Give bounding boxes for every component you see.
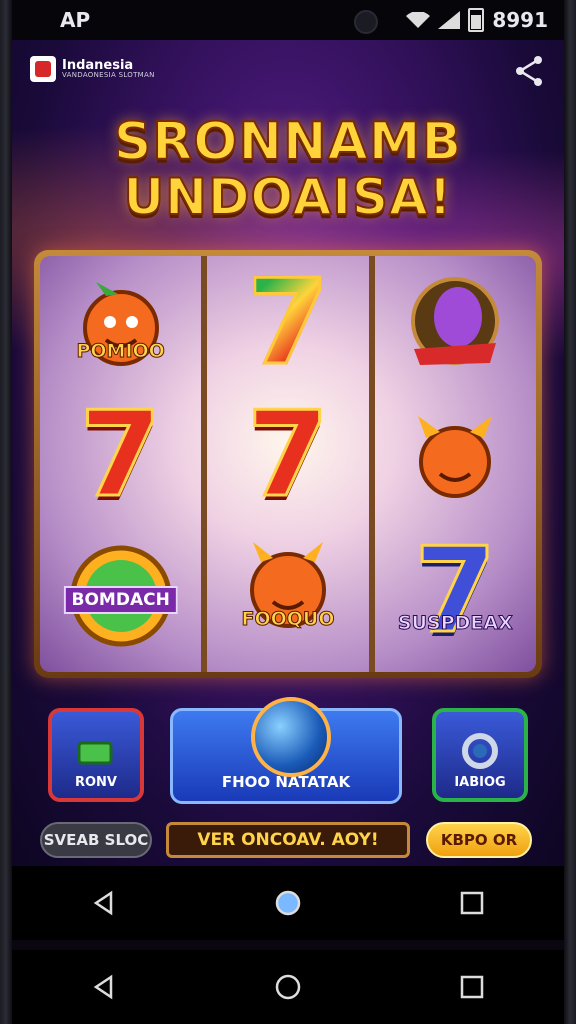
ring-icon bbox=[462, 733, 498, 769]
spin-button[interactable]: FHOO NATATAK bbox=[170, 697, 402, 804]
status-bar: AP 8991 bbox=[12, 0, 564, 40]
home-icon[interactable] bbox=[268, 883, 308, 923]
left-button-label: RONV bbox=[74, 775, 117, 790]
left-pill-button[interactable]: SVEAB SLOC bbox=[40, 822, 152, 858]
right-button-label: IABIOG bbox=[454, 775, 506, 790]
brand-logo-icon bbox=[30, 56, 56, 82]
globe-icon bbox=[251, 697, 331, 777]
back-icon[interactable] bbox=[84, 967, 124, 1007]
reel1-bottom-label: BOMDACH bbox=[63, 586, 178, 614]
share-icon[interactable] bbox=[512, 54, 546, 88]
left-action-button[interactable]: RONV bbox=[48, 708, 144, 802]
wifi-icon bbox=[406, 12, 431, 28]
cash-icon bbox=[77, 741, 113, 765]
signal-icon bbox=[438, 11, 461, 29]
controls-panel: RONV FHOO NATATAK IABIOG SVEAB SLOC VER … bbox=[12, 697, 564, 875]
home-icon[interactable] bbox=[268, 967, 308, 1007]
navigation-bar-2 bbox=[12, 950, 564, 1024]
horned-fruit-symbol bbox=[385, 398, 525, 518]
brand-subtitle: VANDAONESIA SLOTMAN bbox=[62, 71, 155, 79]
seven-symbol: 7 bbox=[245, 385, 330, 523]
carrier-label: AP bbox=[60, 8, 91, 32]
battery-icon bbox=[468, 8, 485, 32]
rainbow-seven-symbol: 7 bbox=[245, 256, 330, 391]
right-pill-button[interactable]: KBPO OR bbox=[426, 822, 532, 858]
seven-symbol: 7 bbox=[78, 385, 163, 523]
brand-badge[interactable]: Indanesia VANDAONESIA SLOTMAN bbox=[30, 56, 155, 82]
right-action-button[interactable]: IABIOG bbox=[432, 708, 528, 802]
reel-1: POMIOO 7 BOMDACH bbox=[40, 256, 208, 672]
center-pill-banner[interactable]: VER ONCOAV. AOY! bbox=[166, 822, 410, 858]
reel-2: 7 7 FOOQUO bbox=[207, 256, 375, 672]
slot-game-screen: Indanesia VANDAONESIA SLOTMAN SRONNAMB U… bbox=[12, 40, 564, 875]
reel1-top-label: POMIOO bbox=[76, 340, 165, 363]
left-bezel bbox=[0, 0, 12, 1024]
game-title-line2: UNDOAISA! bbox=[123, 167, 453, 227]
navigation-bar-1 bbox=[12, 866, 564, 940]
phone-frame: AP 8991 Indanesia VANDAONESIA SLOTMAN SR… bbox=[0, 0, 576, 1024]
back-icon[interactable] bbox=[84, 883, 124, 923]
fruit-mascot-symbol bbox=[51, 268, 191, 388]
purple-mascot-symbol bbox=[385, 266, 525, 386]
front-camera bbox=[354, 10, 378, 34]
reel3-bottom-label: SUSPDEAX bbox=[397, 612, 513, 635]
reel-3: 7 SUSPDEAX bbox=[375, 256, 536, 672]
right-bezel bbox=[564, 0, 576, 1024]
game-title-line1: SRONNAMB bbox=[113, 111, 463, 173]
clock: 8991 bbox=[492, 8, 548, 32]
recents-icon[interactable] bbox=[452, 967, 492, 1007]
recents-icon[interactable] bbox=[452, 883, 492, 923]
devil-fruit-symbol bbox=[218, 528, 358, 648]
reel2-bottom-label: FOOQUO bbox=[241, 608, 335, 631]
slot-reels-frame: POMIOO 7 BOMDACH 7 7 FOOQUO 7 SUSPDEAX bbox=[34, 250, 542, 678]
